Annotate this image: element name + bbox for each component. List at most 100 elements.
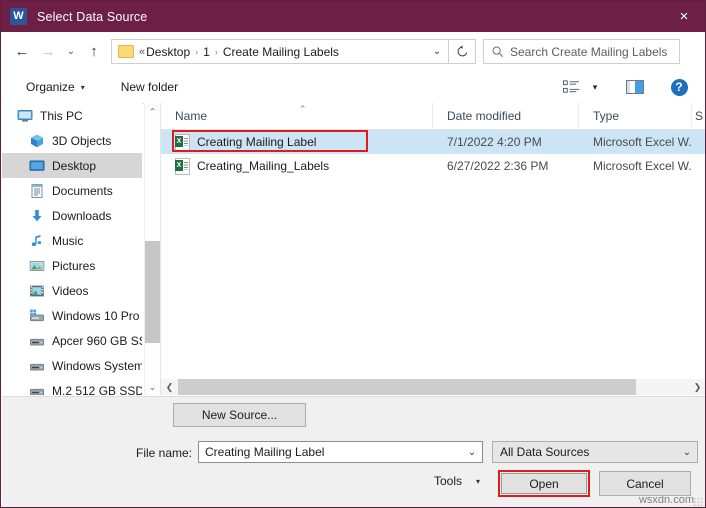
sidebar-item-label: M.2 512 GB SSD xyxy=(52,383,142,396)
sidebar-item-label: Downloads xyxy=(52,208,112,223)
scroll-right-icon[interactable]: ❯ xyxy=(689,379,705,395)
column-label: S xyxy=(695,109,704,123)
table-row[interactable]: Creating Mailing Label 7/1/2022 4:20 PM … xyxy=(161,130,705,154)
sidebar-item-pictures[interactable]: Pictures xyxy=(2,253,142,278)
column-label: Type xyxy=(593,109,620,123)
pictures-icon xyxy=(29,258,45,274)
file-name-input[interactable]: Creating Mailing Label ⌄ xyxy=(198,441,483,463)
new-folder-label: New folder xyxy=(120,80,179,94)
scroll-left-icon[interactable]: ❮ xyxy=(161,379,178,395)
horizontal-scrollbar[interactable]: ❮ ❯ xyxy=(161,379,705,395)
cancel-button[interactable]: Cancel xyxy=(599,471,691,496)
search-placeholder: Search Create Mailing Labels xyxy=(510,44,668,59)
scroll-down-icon[interactable]: ⌄ xyxy=(145,379,160,395)
view-glyph xyxy=(562,80,579,93)
file-type-filter-dropdown[interactable]: All Data Sources ⌄ xyxy=(492,441,698,463)
view-list-icon[interactable] xyxy=(557,75,585,99)
filter-value: All Data Sources xyxy=(500,445,590,459)
file-name-cell: Creating_Mailing_Labels xyxy=(161,157,433,175)
preview-glyph xyxy=(626,80,644,94)
tools-button[interactable]: Tools ▾ xyxy=(434,474,480,488)
sidebar-item-desktop[interactable]: Desktop xyxy=(2,153,142,178)
sidebar-item-music[interactable]: Music xyxy=(2,228,142,253)
sidebar-item-documents[interactable]: Documents xyxy=(2,178,142,203)
scrollbar-thumb[interactable] xyxy=(178,379,636,395)
organize-button[interactable]: Organize ▾ xyxy=(19,76,92,98)
sidebar-item-3d-objects[interactable]: 3D Objects xyxy=(2,128,142,153)
breadcrumb-item-create-mailing-labels[interactable]: Create Mailing Labels xyxy=(222,45,340,59)
sidebar-item-windows-system[interactable]: Windows System xyxy=(2,353,142,378)
recent-locations-icon[interactable]: ⌄ xyxy=(61,39,81,65)
view-options-chevron-down-icon[interactable]: ▾ xyxy=(587,75,603,99)
view-caret: ▾ xyxy=(592,81,598,92)
sidebar-item-downloads[interactable]: Downloads xyxy=(2,203,142,228)
file-name-label: File name: xyxy=(136,446,193,460)
desktop-icon xyxy=(29,158,45,174)
resize-grip-icon[interactable] xyxy=(693,497,703,507)
breadcrumb-item-desktop[interactable]: Desktop xyxy=(145,45,191,59)
sidebar-item-label: Windows System xyxy=(52,358,142,373)
breadcrumb-separator: › xyxy=(195,46,199,57)
tools-label: Tools xyxy=(434,474,463,488)
column-header-name[interactable]: Name ⌃ xyxy=(161,103,433,129)
sidebar-scrollbar[interactable]: ⌃ ⌄ xyxy=(144,103,160,395)
file-name-value: Creating Mailing Label xyxy=(205,445,325,459)
sidebar-item-windows-10-pro[interactable]: Windows 10 Pro xyxy=(2,303,142,328)
sidebar-item-label: Documents xyxy=(52,183,113,198)
preview-pane-icon[interactable] xyxy=(621,75,649,99)
search-icon xyxy=(492,46,504,57)
sidebar-item-label: 3D Objects xyxy=(52,133,112,148)
column-label: Date modified xyxy=(447,109,522,123)
navigation-bar: ← → ⌄ ↑ « Desktop › 1 › Create Mailing L… xyxy=(1,32,705,71)
sidebar-item-this-pc[interactable]: This PC xyxy=(2,103,142,128)
chevron-down-icon[interactable]: ⌄ xyxy=(462,447,482,458)
table-row[interactable]: Creating_Mailing_Labels 6/27/2022 2:36 P… xyxy=(161,154,705,178)
column-header-row: Name ⌃ Date modified Type S xyxy=(161,103,705,130)
refresh-icon[interactable] xyxy=(449,39,476,64)
folder-icon xyxy=(118,45,134,58)
excel-file-icon xyxy=(175,133,190,151)
scrollbar-track[interactable] xyxy=(178,379,689,395)
excel-file-icon xyxy=(175,157,190,175)
sidebar-item-m2-512-gb-ssd[interactable]: M.2 512 GB SSD xyxy=(2,378,142,395)
column-header-size[interactable]: S xyxy=(692,103,705,129)
breadcrumb-separator: › xyxy=(214,46,218,57)
scroll-up-icon[interactable]: ⌃ xyxy=(145,103,160,119)
file-list-pane: Name ⌃ Date modified Type S Creating Mai… xyxy=(161,103,705,377)
back-icon[interactable]: ← xyxy=(9,39,35,65)
documents-icon xyxy=(29,183,45,199)
open-button-highlight: Open xyxy=(498,470,590,497)
address-bar[interactable]: « Desktop › 1 › Create Mailing Labels ⌄ xyxy=(111,39,449,64)
open-button[interactable]: Open xyxy=(501,473,587,494)
navigation-pane: This PC 3D Objects Desktop Documents Dow… xyxy=(2,103,142,395)
up-icon[interactable]: ↑ xyxy=(81,39,107,65)
sidebar-item-label: Desktop xyxy=(52,158,97,173)
scrollbar-thumb[interactable] xyxy=(145,241,160,343)
search-input[interactable]: Search Create Mailing Labels xyxy=(483,39,680,64)
chevron-down-icon[interactable]: ⌄ xyxy=(426,46,448,57)
word-icon: W xyxy=(10,8,27,25)
command-toolbar: Organize ▾ New folder ▾ ? xyxy=(1,71,705,104)
sort-ascending-icon: ⌃ xyxy=(299,104,307,114)
close-icon[interactable]: × xyxy=(661,1,705,32)
title-bar: W Select Data Source × xyxy=(1,1,705,32)
window-title: Select Data Source xyxy=(37,9,148,24)
file-name-cell: Creating Mailing Label xyxy=(161,133,433,151)
chevron-down-icon: ⌄ xyxy=(682,446,692,458)
column-header-type[interactable]: Type xyxy=(579,103,692,129)
help-button[interactable]: ? xyxy=(665,75,693,99)
column-header-date-modified[interactable]: Date modified xyxy=(433,103,579,129)
new-source-button[interactable]: New Source... xyxy=(173,403,306,427)
breadcrumb-item-1[interactable]: 1 xyxy=(202,45,211,59)
chevron-down-icon: ▾ xyxy=(80,82,85,92)
new-folder-button[interactable]: New folder xyxy=(114,76,185,98)
music-icon xyxy=(29,233,45,249)
videos-icon xyxy=(29,283,45,299)
sidebar-item-label: Apcer 960 GB SS xyxy=(52,333,142,348)
sidebar-item-apcer-960-gb-ssd[interactable]: Apcer 960 GB SS xyxy=(2,328,142,353)
sidebar-item-label: Videos xyxy=(52,283,89,298)
chevron-down-icon: ▾ xyxy=(476,476,481,486)
forward-icon[interactable]: → xyxy=(35,39,61,65)
sidebar-item-videos[interactable]: Videos xyxy=(2,278,142,303)
drive-icon xyxy=(29,358,45,374)
